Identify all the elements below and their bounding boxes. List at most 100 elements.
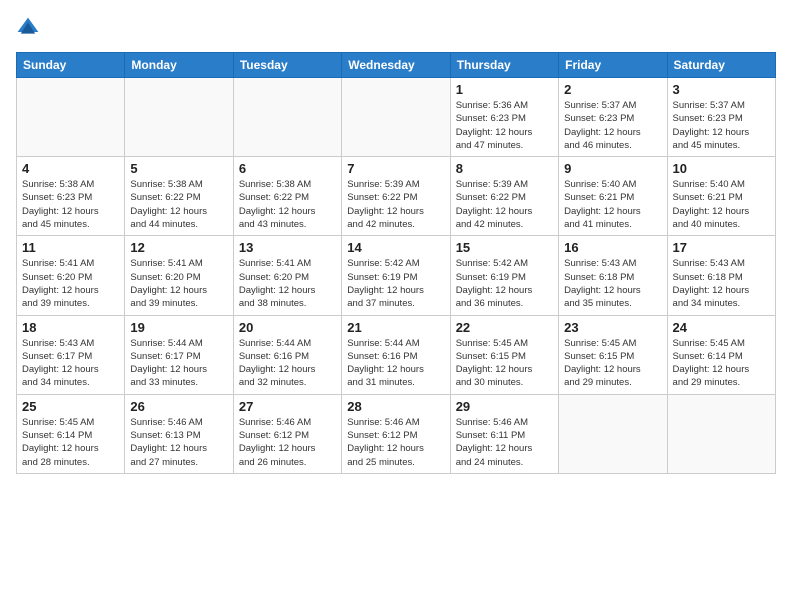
calendar-cell: 18 Sunrise: 5:43 AM Sunset: 6:17 PM Dayli… xyxy=(17,315,125,394)
weekday-header-sunday: Sunday xyxy=(17,53,125,78)
calendar-cell: 3 Sunrise: 5:37 AM Sunset: 6:23 PM Daylig… xyxy=(667,78,775,157)
day-number: 1 xyxy=(456,82,553,97)
day-number: 19 xyxy=(130,320,227,335)
calendar-table: SundayMondayTuesdayWednesdayThursdayFrid… xyxy=(16,52,776,474)
calendar-cell: 10 Sunrise: 5:40 AM Sunset: 6:21 PM Dayli… xyxy=(667,157,775,236)
calendar-week-row: 11 Sunrise: 5:41 AM Sunset: 6:20 PM Dayli… xyxy=(17,236,776,315)
calendar-cell: 1 Sunrise: 5:36 AM Sunset: 6:23 PM Daylig… xyxy=(450,78,558,157)
day-info: Sunrise: 5:46 AM Sunset: 6:13 PM Dayligh… xyxy=(130,416,227,469)
day-number: 4 xyxy=(22,161,119,176)
calendar-cell: 9 Sunrise: 5:40 AM Sunset: 6:21 PM Daylig… xyxy=(559,157,667,236)
calendar-cell: 6 Sunrise: 5:38 AM Sunset: 6:22 PM Daylig… xyxy=(233,157,341,236)
calendar-cell: 15 Sunrise: 5:42 AM Sunset: 6:19 PM Dayli… xyxy=(450,236,558,315)
calendar-cell: 26 Sunrise: 5:46 AM Sunset: 6:13 PM Dayli… xyxy=(125,394,233,473)
day-number: 27 xyxy=(239,399,336,414)
day-number: 14 xyxy=(347,240,444,255)
calendar-cell: 29 Sunrise: 5:46 AM Sunset: 6:11 PM Dayli… xyxy=(450,394,558,473)
day-info: Sunrise: 5:38 AM Sunset: 6:22 PM Dayligh… xyxy=(239,178,336,231)
calendar-cell xyxy=(17,78,125,157)
logo xyxy=(16,16,44,40)
day-info: Sunrise: 5:44 AM Sunset: 6:16 PM Dayligh… xyxy=(347,337,444,390)
day-info: Sunrise: 5:41 AM Sunset: 6:20 PM Dayligh… xyxy=(130,257,227,310)
day-info: Sunrise: 5:45 AM Sunset: 6:14 PM Dayligh… xyxy=(22,416,119,469)
day-number: 10 xyxy=(673,161,770,176)
day-info: Sunrise: 5:40 AM Sunset: 6:21 PM Dayligh… xyxy=(673,178,770,231)
calendar-cell: 27 Sunrise: 5:46 AM Sunset: 6:12 PM Dayli… xyxy=(233,394,341,473)
day-info: Sunrise: 5:40 AM Sunset: 6:21 PM Dayligh… xyxy=(564,178,661,231)
day-number: 5 xyxy=(130,161,227,176)
day-number: 22 xyxy=(456,320,553,335)
calendar-week-row: 4 Sunrise: 5:38 AM Sunset: 6:23 PM Daylig… xyxy=(17,157,776,236)
calendar-cell: 12 Sunrise: 5:41 AM Sunset: 6:20 PM Dayli… xyxy=(125,236,233,315)
day-number: 6 xyxy=(239,161,336,176)
day-number: 28 xyxy=(347,399,444,414)
day-info: Sunrise: 5:36 AM Sunset: 6:23 PM Dayligh… xyxy=(456,99,553,152)
day-number: 23 xyxy=(564,320,661,335)
day-info: Sunrise: 5:38 AM Sunset: 6:22 PM Dayligh… xyxy=(130,178,227,231)
calendar-cell: 2 Sunrise: 5:37 AM Sunset: 6:23 PM Daylig… xyxy=(559,78,667,157)
day-number: 3 xyxy=(673,82,770,97)
calendar-cell xyxy=(125,78,233,157)
day-number: 17 xyxy=(673,240,770,255)
day-info: Sunrise: 5:37 AM Sunset: 6:23 PM Dayligh… xyxy=(564,99,661,152)
day-number: 29 xyxy=(456,399,553,414)
weekday-header-monday: Monday xyxy=(125,53,233,78)
calendar-cell: 7Sunrise: 5:39 AM Sunset: 6:22 PM Daylig… xyxy=(342,157,450,236)
calendar-cell: 14 Sunrise: 5:42 AM Sunset: 6:19 PM Dayli… xyxy=(342,236,450,315)
day-number: 20 xyxy=(239,320,336,335)
day-number: 26 xyxy=(130,399,227,414)
day-info: Sunrise: 5:44 AM Sunset: 6:17 PM Dayligh… xyxy=(130,337,227,390)
day-info: Sunrise: 5:46 AM Sunset: 6:12 PM Dayligh… xyxy=(239,416,336,469)
day-number: 15 xyxy=(456,240,553,255)
day-number: 24 xyxy=(673,320,770,335)
day-info: Sunrise: 5:46 AM Sunset: 6:11 PM Dayligh… xyxy=(456,416,553,469)
calendar-cell: 17 Sunrise: 5:43 AM Sunset: 6:18 PM Dayli… xyxy=(667,236,775,315)
calendar-cell xyxy=(342,78,450,157)
calendar-cell: 4 Sunrise: 5:38 AM Sunset: 6:23 PM Daylig… xyxy=(17,157,125,236)
weekday-header-wednesday: Wednesday xyxy=(342,53,450,78)
day-info: Sunrise: 5:38 AM Sunset: 6:23 PM Dayligh… xyxy=(22,178,119,231)
day-info: Sunrise: 5:45 AM Sunset: 6:15 PM Dayligh… xyxy=(456,337,553,390)
calendar-week-row: 1 Sunrise: 5:36 AM Sunset: 6:23 PM Daylig… xyxy=(17,78,776,157)
calendar-cell: 25Sunrise: 5:45 AM Sunset: 6:14 PM Dayli… xyxy=(17,394,125,473)
day-info: Sunrise: 5:42 AM Sunset: 6:19 PM Dayligh… xyxy=(347,257,444,310)
calendar-cell xyxy=(233,78,341,157)
day-number: 2 xyxy=(564,82,661,97)
day-number: 16 xyxy=(564,240,661,255)
day-info: Sunrise: 5:43 AM Sunset: 6:18 PM Dayligh… xyxy=(564,257,661,310)
day-number: 21 xyxy=(347,320,444,335)
day-number: 7 xyxy=(347,161,444,176)
weekday-header-friday: Friday xyxy=(559,53,667,78)
weekday-header-tuesday: Tuesday xyxy=(233,53,341,78)
day-number: 13 xyxy=(239,240,336,255)
calendar-cell: 13 Sunrise: 5:41 AM Sunset: 6:20 PM Dayli… xyxy=(233,236,341,315)
calendar-cell: 21 Sunrise: 5:44 AM Sunset: 6:16 PM Dayli… xyxy=(342,315,450,394)
calendar-cell: 16 Sunrise: 5:43 AM Sunset: 6:18 PM Dayli… xyxy=(559,236,667,315)
calendar-cell: 20Sunrise: 5:44 AM Sunset: 6:16 PM Dayli… xyxy=(233,315,341,394)
day-info: Sunrise: 5:41 AM Sunset: 6:20 PM Dayligh… xyxy=(22,257,119,310)
calendar-cell: 22 Sunrise: 5:45 AM Sunset: 6:15 PM Dayli… xyxy=(450,315,558,394)
calendar-cell: 19 Sunrise: 5:44 AM Sunset: 6:17 PM Dayli… xyxy=(125,315,233,394)
calendar-week-row: 18 Sunrise: 5:43 AM Sunset: 6:17 PM Dayli… xyxy=(17,315,776,394)
calendar-cell: 8Sunrise: 5:39 AM Sunset: 6:22 PM Daylig… xyxy=(450,157,558,236)
calendar-cell: 24 Sunrise: 5:45 AM Sunset: 6:14 PM Dayli… xyxy=(667,315,775,394)
day-info: Sunrise: 5:43 AM Sunset: 6:17 PM Dayligh… xyxy=(22,337,119,390)
calendar-cell: 28 Sunrise: 5:46 AM Sunset: 6:12 PM Dayli… xyxy=(342,394,450,473)
logo-icon xyxy=(16,16,40,40)
day-info: Sunrise: 5:46 AM Sunset: 6:12 PM Dayligh… xyxy=(347,416,444,469)
day-number: 12 xyxy=(130,240,227,255)
calendar-cell: 11 Sunrise: 5:41 AM Sunset: 6:20 PM Dayli… xyxy=(17,236,125,315)
calendar-cell: 5 Sunrise: 5:38 AM Sunset: 6:22 PM Daylig… xyxy=(125,157,233,236)
day-info: Sunrise: 5:43 AM Sunset: 6:18 PM Dayligh… xyxy=(673,257,770,310)
day-number: 18 xyxy=(22,320,119,335)
day-info: Sunrise: 5:45 AM Sunset: 6:15 PM Dayligh… xyxy=(564,337,661,390)
day-info: Sunrise: 5:42 AM Sunset: 6:19 PM Dayligh… xyxy=(456,257,553,310)
page-header xyxy=(16,16,776,40)
day-info: Sunrise: 5:45 AM Sunset: 6:14 PM Dayligh… xyxy=(673,337,770,390)
weekday-header-saturday: Saturday xyxy=(667,53,775,78)
day-number: 11 xyxy=(22,240,119,255)
day-number: 9 xyxy=(564,161,661,176)
day-info: Sunrise: 5:37 AM Sunset: 6:23 PM Dayligh… xyxy=(673,99,770,152)
weekday-header-row: SundayMondayTuesdayWednesdayThursdayFrid… xyxy=(17,53,776,78)
day-info: Sunrise: 5:41 AM Sunset: 6:20 PM Dayligh… xyxy=(239,257,336,310)
